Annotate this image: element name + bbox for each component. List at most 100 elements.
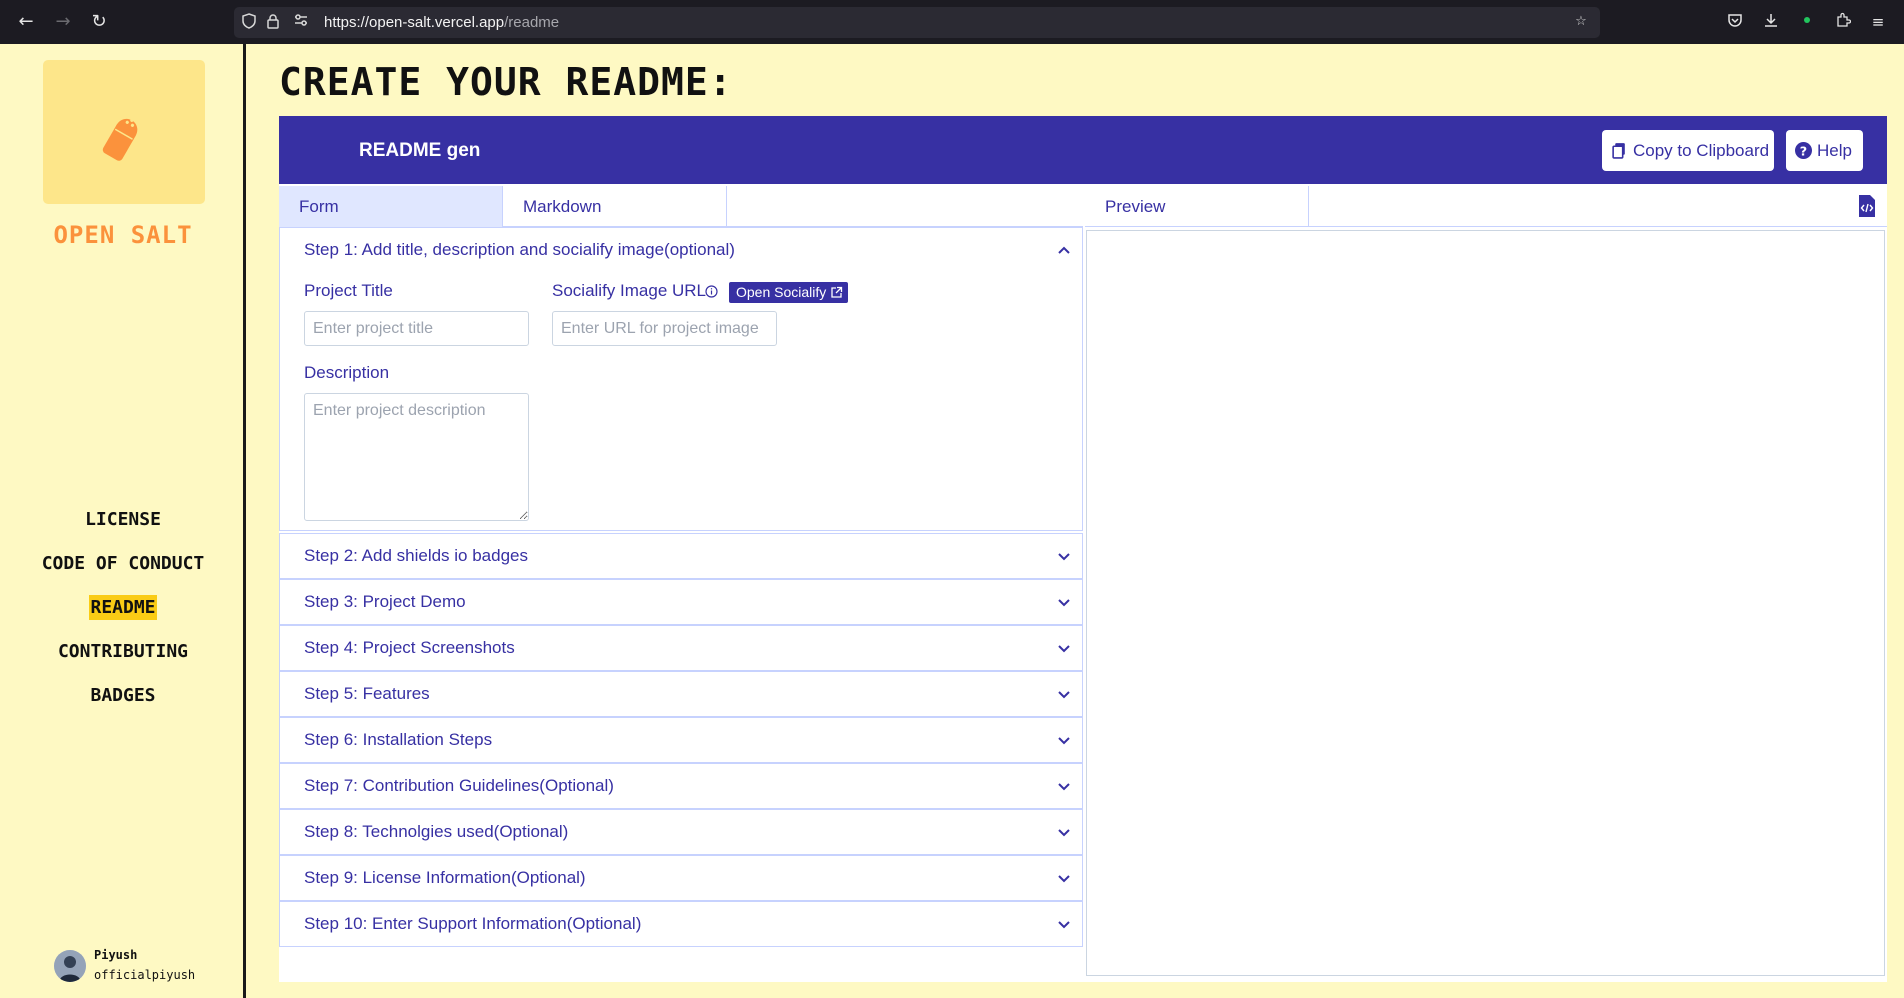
- browser-toolbar: ← → ↻ https://open-salt.vercel.app/readm…: [0, 0, 1904, 44]
- sidebar-item-code-of-conduct[interactable]: CODE OF CONDUCT: [0, 542, 246, 586]
- preview-pane[interactable]: [1086, 230, 1885, 976]
- accordion-title: Step 10: Enter Support Information(Optio…: [304, 914, 642, 933]
- sidebar-item-label: LICENSE: [85, 509, 161, 530]
- help-button-label: Help: [1817, 141, 1852, 160]
- accordion-title: Step 2: Add shields io badges: [304, 546, 528, 565]
- project-title-label: Project Title: [304, 281, 393, 300]
- readme-generator-panel: README gen Copy to Clipboard ? Help Form…: [279, 116, 1887, 982]
- description-textarea[interactable]: [304, 393, 529, 521]
- shield-icon[interactable]: [240, 13, 258, 31]
- clipboard-icon: [1612, 143, 1625, 159]
- chevron-down-icon: [1058, 783, 1070, 791]
- accordion-title: Step 6: Installation Steps: [304, 730, 493, 749]
- open-socialify-label: Open Socialify: [736, 284, 827, 300]
- chevron-down-icon: [1058, 599, 1070, 607]
- url-host: https://open-salt.vercel.app: [324, 14, 505, 31]
- sidebar-item-contributing[interactable]: CONTRIBUTING: [0, 630, 246, 674]
- url-path: /readme: [504, 14, 560, 31]
- download-icon[interactable]: [1761, 12, 1781, 32]
- forward-icon[interactable]: →: [53, 12, 73, 32]
- chevron-down-icon: [1058, 553, 1070, 561]
- accordion-header[interactable]: Step 3: Project Demo: [280, 580, 1082, 624]
- help-icon: ?: [1795, 142, 1812, 159]
- accordion-body: Project Title Socialify Image URL Open S…: [280, 272, 1082, 530]
- socialify-label: Socialify Image URL: [552, 281, 707, 300]
- sidebar-item-label: CODE OF CONDUCT: [41, 553, 205, 574]
- accordion-header[interactable]: Step 6: Installation Steps: [280, 718, 1082, 762]
- preview-tabs: Preview: [1085, 186, 1887, 227]
- chevron-down-icon: [1058, 875, 1070, 883]
- svg-text:?: ?: [1800, 144, 1807, 159]
- accordion-header[interactable]: Step 8: Technolgies used(Optional): [280, 810, 1082, 854]
- accordion-title: Step 1: Add title, description and socia…: [304, 240, 735, 259]
- accordion-header[interactable]: Step 5: Features: [280, 672, 1082, 716]
- extension-status-icon[interactable]: [1797, 12, 1817, 32]
- menu-icon[interactable]: ≡: [1868, 12, 1888, 32]
- brand-name: OPEN SALT: [53, 221, 193, 249]
- chevron-down-icon: [1058, 737, 1070, 745]
- url-text[interactable]: https://open-salt.vercel.app/readme: [324, 13, 559, 32]
- sidebar-item-readme[interactable]: README: [0, 586, 246, 630]
- accordion-step-2[interactable]: Step 2: Add shields io badges: [279, 533, 1083, 579]
- tab-markdown[interactable]: Markdown: [503, 186, 727, 227]
- accordion-header[interactable]: Step 2: Add shields io badges: [280, 534, 1082, 578]
- sidebar-item-label: README: [89, 595, 157, 620]
- chevron-up-icon: [1058, 246, 1070, 254]
- back-icon[interactable]: ←: [16, 12, 36, 32]
- extensions-icon[interactable]: [1833, 12, 1853, 32]
- sidebar: OPEN SALT LICENSE CODE OF CONDUCT README…: [0, 44, 246, 998]
- code-file-icon[interactable]: [1857, 194, 1877, 218]
- socialify-url-input[interactable]: [552, 311, 777, 346]
- accordion-header[interactable]: Step 10: Enter Support Information(Optio…: [280, 902, 1082, 946]
- accordion-step-6[interactable]: Step 6: Installation Steps: [279, 717, 1083, 763]
- accordion-step-8[interactable]: Step 8: Technolgies used(Optional): [279, 809, 1083, 855]
- header-title: README gen: [359, 140, 481, 161]
- accordion-step-7[interactable]: Step 7: Contribution Guidelines(Optional…: [279, 763, 1083, 809]
- accordion-step-4[interactable]: Step 4: Project Screenshots: [279, 625, 1083, 671]
- accordion-title: Step 8: Technolgies used(Optional): [304, 822, 569, 841]
- sidebar-item-label: BADGES: [90, 685, 156, 706]
- page-title: CREATE YOUR README:: [279, 60, 733, 104]
- lock-icon[interactable]: [264, 13, 282, 31]
- user-profile[interactable]: Piyush officialpiyush: [54, 946, 234, 986]
- help-button[interactable]: ? Help: [1786, 130, 1863, 171]
- logo[interactable]: [43, 60, 205, 204]
- accordion-title: Step 5: Features: [304, 684, 430, 703]
- chevron-down-icon: [1058, 829, 1070, 837]
- user-handle: officialpiyush: [94, 968, 196, 982]
- sidebar-item-license[interactable]: LICENSE: [0, 498, 246, 542]
- project-title-input[interactable]: [304, 311, 529, 346]
- accordion-header[interactable]: Step 1: Add title, description and socia…: [280, 228, 1082, 272]
- form-area: Step 1: Add title, description and socia…: [279, 227, 1083, 982]
- accordion-header[interactable]: Step 7: Contribution Guidelines(Optional…: [280, 764, 1082, 808]
- accordion-title: Step 7: Contribution Guidelines(Optional…: [304, 776, 614, 795]
- tab-form[interactable]: Form: [279, 186, 503, 227]
- open-socialify-button[interactable]: Open Socialify: [729, 282, 849, 303]
- copy-button-label: Copy to Clipboard: [1633, 141, 1770, 160]
- reload-icon[interactable]: ↻: [89, 12, 109, 32]
- description-label: Description: [304, 363, 390, 382]
- permissions-icon[interactable]: [292, 13, 310, 31]
- sidebar-nav: LICENSE CODE OF CONDUCT README CONTRIBUT…: [0, 498, 246, 718]
- pocket-icon[interactable]: [1725, 12, 1745, 32]
- accordion-step-9[interactable]: Step 9: License Information(Optional): [279, 855, 1083, 901]
- accordion-header[interactable]: Step 4: Project Screenshots: [280, 626, 1082, 670]
- chevron-down-icon: [1058, 921, 1070, 929]
- copy-to-clipboard-button[interactable]: Copy to Clipboard: [1602, 130, 1774, 171]
- tab-preview[interactable]: Preview: [1085, 186, 1309, 227]
- address-bar[interactable]: https://open-salt.vercel.app/readme ☆: [234, 7, 1600, 38]
- accordion-step-10[interactable]: Step 10: Enter Support Information(Optio…: [279, 901, 1083, 947]
- accordion-header[interactable]: Step 9: License Information(Optional): [280, 856, 1082, 900]
- accordion-step-3[interactable]: Step 3: Project Demo: [279, 579, 1083, 625]
- editor-tabs: Form Markdown: [279, 186, 1083, 227]
- chevron-down-icon: [1058, 691, 1070, 699]
- bookmark-star-icon[interactable]: ☆: [1572, 13, 1590, 31]
- generator-header: README gen Copy to Clipboard ? Help: [279, 116, 1887, 184]
- accordion-title: Step 3: Project Demo: [304, 592, 466, 611]
- salt-shaker-icon: [102, 118, 138, 161]
- sidebar-item-badges[interactable]: BADGES: [0, 674, 246, 718]
- external-link-icon: [831, 286, 843, 298]
- accordion-step-5[interactable]: Step 5: Features: [279, 671, 1083, 717]
- avatar: [54, 950, 86, 982]
- info-icon[interactable]: [705, 285, 718, 298]
